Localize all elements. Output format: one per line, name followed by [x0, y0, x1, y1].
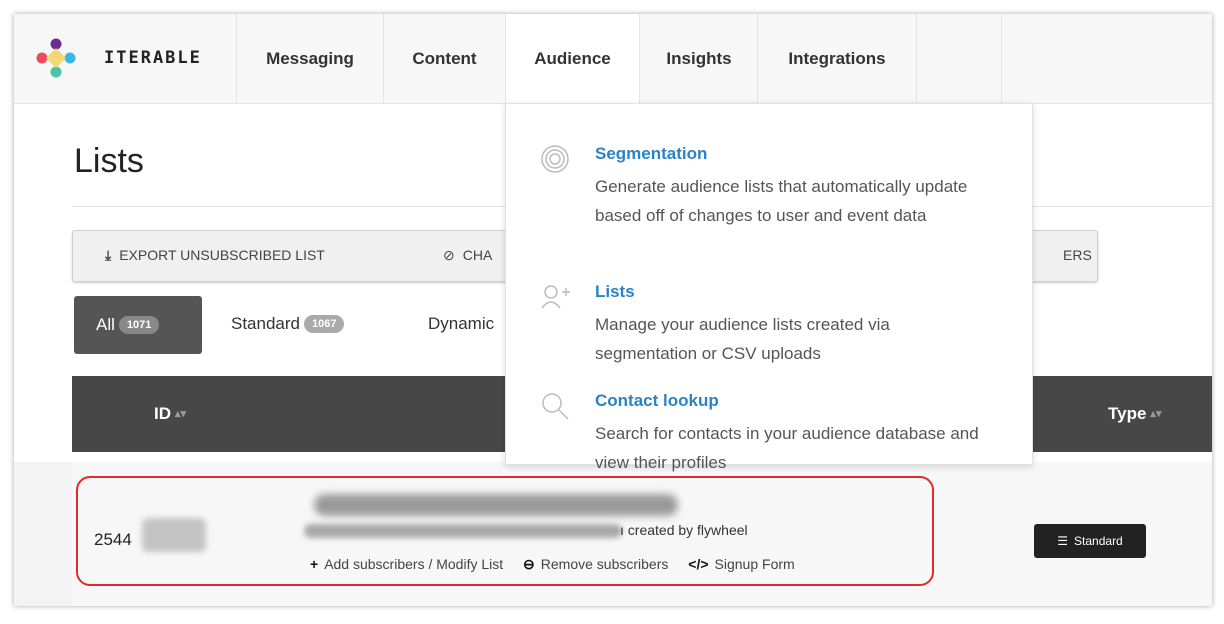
column-header-id[interactable]: ID ▴▾: [154, 404, 186, 424]
type-badge-standard: ☰ Standard: [1034, 524, 1146, 558]
menu-item-description: Manage your audience lists created via s…: [595, 315, 890, 363]
tab-all-label: All: [96, 315, 115, 334]
nav-integrations[interactable]: Integrations: [757, 14, 917, 103]
tab-standard-label: Standard: [231, 314, 300, 333]
sort-icon: ▴▾: [175, 408, 187, 420]
download-icon: ⤓: [105, 247, 112, 263]
iterable-logo-icon[interactable]: [36, 38, 76, 78]
search-icon: [540, 391, 570, 421]
menu-item-description: Search for contacts in your audience dat…: [595, 424, 979, 472]
id-header-label: ID: [154, 404, 171, 423]
tab-all[interactable]: All 1071: [74, 296, 202, 354]
menu-item-description: Generate audience lists that automatical…: [595, 177, 968, 225]
change-label: CHA: [462, 247, 493, 263]
type-header-label: Type: [1108, 404, 1147, 423]
list-icon: ☰: [1057, 534, 1069, 548]
menu-item-title[interactable]: Contact lookup: [595, 391, 719, 411]
brand-name: ITERABLE: [104, 48, 202, 68]
column-header-type[interactable]: Type ▴▾: [1108, 404, 1161, 424]
subscribers-button[interactable]: ERS: [1063, 247, 1092, 263]
top-nav: ITERABLE Messaging Content Audience Insi…: [14, 14, 1212, 104]
nav-insights[interactable]: Insights: [639, 14, 758, 103]
nav-content[interactable]: Content: [383, 14, 505, 103]
tab-standard[interactable]: Standard 1067: [231, 314, 345, 334]
add-user-icon: [540, 282, 570, 312]
nav-help[interactable]: ?: [916, 14, 1002, 103]
block-icon: ⊘: [443, 247, 455, 263]
tab-dynamic[interactable]: Dynamic: [428, 314, 494, 334]
audience-dropdown-menu: Segmentation Generate audience lists tha…: [505, 103, 1033, 472]
sort-icon: ▴▾: [1150, 408, 1162, 420]
nav-audience[interactable]: Audience: [505, 14, 639, 104]
page-title: Lists: [74, 142, 144, 180]
menu-item-title[interactable]: Segmentation: [595, 144, 707, 164]
type-badge-label: Standard: [1074, 534, 1123, 548]
change-button[interactable]: ⊘ CHA: [443, 247, 492, 264]
target-icon: [540, 144, 570, 174]
app-window: ITERABLE Messaging Content Audience Insi…: [14, 14, 1212, 606]
export-unsubscribed-button[interactable]: ⤓ EXPORT UNSUBSCRIBED LIST: [105, 247, 325, 264]
export-label: EXPORT UNSUBSCRIBED LIST: [119, 247, 325, 263]
count-badge: 1067: [304, 315, 345, 333]
highlight-annotation: [76, 476, 934, 586]
count-badge: 1071: [118, 316, 160, 334]
nav-messaging[interactable]: Messaging: [236, 14, 383, 103]
menu-item-title[interactable]: Lists: [595, 282, 635, 302]
